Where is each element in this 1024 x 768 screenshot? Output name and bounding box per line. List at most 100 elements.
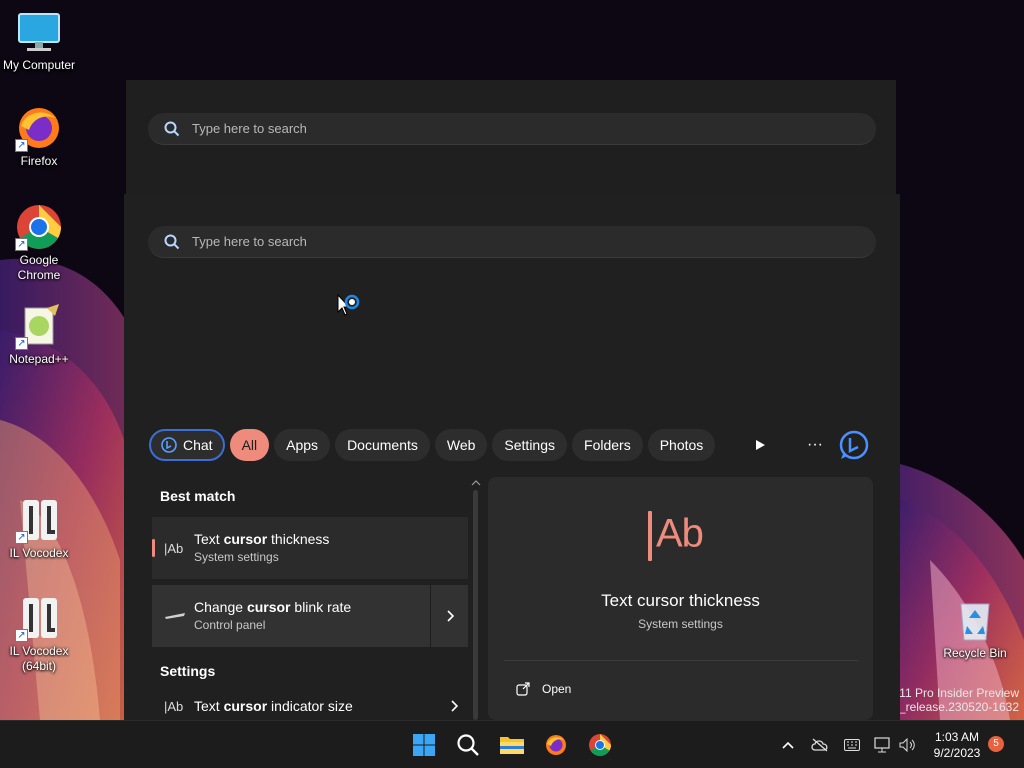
search-placeholder: Type here to search [192,121,307,136]
shortcut-arrow-icon: ↗ [15,238,28,251]
taskbar-file-explorer[interactable] [496,729,528,761]
clock-time: 1:03 AM [934,730,980,744]
search-placeholder: Type here to search [192,234,307,249]
desktop-icon-il-vocodex-64[interactable]: ↗ IL Vocodex (64bit) [0,594,78,674]
result-text-cursor-thickness[interactable]: |Ab Text cursor thickness System setting… [152,517,468,579]
bing-button[interactable] [838,429,870,461]
bing-icon [839,430,869,460]
desktop-icon-label: My Computer [2,58,76,72]
result-subtitle: Control panel [194,618,266,632]
filter-settings[interactable]: Settings [492,429,568,461]
filter-web[interactable]: Web [434,429,488,461]
chrome-icon: ↗ [15,203,63,251]
folder-icon [500,737,524,754]
best-match-heading: Best match [160,488,236,504]
notification-badge[interactable]: 5 [988,736,1004,752]
desktop-icon-label: Notepad++ [9,352,69,366]
cursor-blink-icon [164,609,186,624]
il-vocodex-64-icon: ↗ [15,594,63,642]
watermark-line-2: zn_release.230520-1632 [886,700,1019,714]
network-button[interactable] [871,733,895,757]
preview-divider [504,660,858,661]
mouse-cursor-busy-icon [337,293,363,327]
desktop-icon-my-computer[interactable]: My Computer [0,8,78,73]
result-subtitle: System settings [194,550,279,564]
chrome-icon [589,734,611,756]
shortcut-arrow-icon: ↗ [15,139,28,152]
more-options-button[interactable]: ··· [802,433,828,457]
filter-documents[interactable]: Documents [335,429,430,461]
result-title: Change cursor blink rate [194,599,352,615]
result-title: Text cursor indicator size [194,698,353,714]
results-scrollbar[interactable] [470,478,482,720]
watermark-line-1: s 11 Pro Insider Preview [889,686,1019,700]
desktop-icon-notepadpp[interactable]: ↗ Notepad++ [0,302,78,367]
open-action[interactable]: Open [516,682,571,696]
touch-keyboard-button[interactable] [840,733,864,757]
result-text-cursor-indicator-size[interactable]: |Ab Text cursor indicator size [152,692,468,720]
result-title: Text cursor thickness [194,531,330,547]
desktop-icon-il-vocodex[interactable]: ↗ IL Vocodex [0,496,78,561]
settings-heading: Settings [160,663,216,679]
recycle-bin-icon [951,596,999,644]
shortcut-arrow-icon: ↗ [15,531,28,544]
search-filter-bar: Chat All Apps Documents Web Settings Fol… [149,429,720,461]
desktop-icon-recycle-bin[interactable]: Recycle Bin [936,596,1014,661]
taskbar-firefox[interactable] [540,729,572,761]
desktop-icon-label: IL Vocodex (64bit) [9,644,69,673]
search-input[interactable]: Type here to search [148,226,876,258]
taskbar-clock[interactable]: 1:03 AM 9/2/2023 [922,729,992,761]
preview-title: Text cursor thickness [601,591,760,610]
open-external-icon [516,682,530,696]
text-cursor-icon: |Ab [164,698,184,714]
bing-chat-icon [161,437,177,453]
firefox-icon: ↗ [15,104,63,152]
notepadpp-icon: ↗ [15,302,63,350]
filter-chat[interactable]: Chat [149,429,225,461]
show-hidden-icons-button[interactable] [776,733,800,757]
shortcut-arrow-icon: ↗ [15,629,28,642]
desktop-icon-label: Recycle Bin [943,646,1007,660]
il-vocodex-icon: ↗ [15,496,63,544]
desktop-icon-label: Firefox [20,154,58,168]
desktop-icon-label: Google Chrome [17,253,61,282]
desktop-icon-label: IL Vocodex [9,546,69,560]
more-filters-button[interactable] [748,433,772,457]
keyboard-icon [844,739,860,751]
onedrive-button[interactable] [808,733,832,757]
speaker-icon [899,738,915,752]
filter-folders[interactable]: Folders [572,429,643,461]
scrollbar-thumb[interactable] [473,490,478,720]
play-icon [756,440,765,450]
result-change-cursor-blink-rate[interactable]: Change cursor blink rate Control panel [152,585,468,647]
search-icon [457,734,479,756]
clock-date: 9/2/2023 [933,746,981,760]
taskbar-chrome[interactable] [584,729,616,761]
filter-photos[interactable]: Photos [647,429,716,461]
search-icon [164,234,180,249]
text-cursor-large-icon: Ab [648,511,704,561]
taskbar-search-button[interactable] [452,729,484,761]
cloud-offline-icon [811,738,828,752]
chevron-up-icon [782,741,794,749]
filter-apps[interactable]: Apps [274,429,331,461]
chevron-right-icon [446,610,454,622]
firefox-icon [546,735,566,755]
expand-result-button[interactable] [430,585,468,647]
search-input-ghost[interactable]: Type here to search [148,113,876,145]
start-button[interactable] [408,729,440,761]
search-icon [164,121,180,136]
text-cursor-icon: |Ab [164,540,184,556]
desktop-icon-chrome[interactable]: ↗ Google Chrome [0,203,78,283]
shortcut-arrow-icon: ↗ [15,337,28,350]
volume-button[interactable] [895,733,919,757]
monitor-icon [15,8,63,56]
taskbar: 1:03 AM 9/2/2023 [0,720,1024,768]
filter-all[interactable]: All [229,429,270,461]
scroll-up-icon [471,480,481,486]
selection-indicator [152,539,155,557]
windows-logo-icon [413,734,435,756]
chevron-right-icon [451,700,458,712]
desktop-icon-firefox[interactable]: ↗ Firefox [0,104,78,169]
os-build-watermark: s 11 Pro Insider Preview zn_release.2305… [886,686,1019,714]
